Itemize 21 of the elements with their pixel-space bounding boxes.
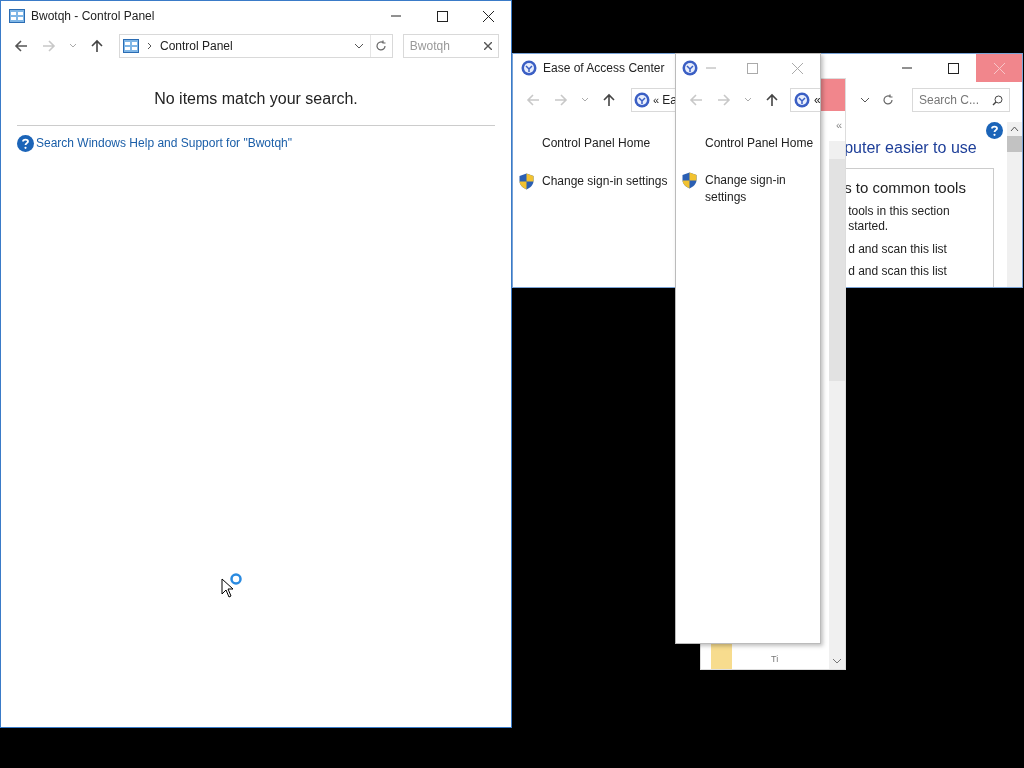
sidebar-link[interactable]: Control Panel Home — [682, 134, 820, 152]
no-results-message: No items match your search. — [154, 89, 358, 109]
address-prefix: « — [653, 92, 660, 108]
body-text: d and scan this list — [848, 241, 948, 257]
search-value: Bwotqh — [409, 38, 451, 55]
search-placeholder: Search C... — [919, 92, 981, 109]
sidebar-link[interactable]: Change sign-in settings — [705, 172, 795, 206]
window-title: Bwotqh - Control Panel — [31, 8, 155, 25]
body-text: tools in this section — [848, 203, 951, 219]
body-text: d and scan this list — [848, 263, 948, 279]
sidebar-link[interactable]: Change sign-in settings — [542, 172, 668, 190]
sidebar-link[interactable]: Control Panel Home — [519, 134, 678, 152]
window-title: Ease of Access Center — [543, 60, 665, 77]
address-bar[interactable]: Control Panel — [119, 34, 393, 58]
file-text: Ti — [771, 652, 779, 666]
search-field[interactable]: Search C... — [912, 88, 1010, 112]
collapse-text[interactable]: « — [835, 117, 842, 134]
address-text: Control Panel — [160, 38, 233, 55]
help-link[interactable]: Search Windows Help and Support for "Bwotqh" — [36, 134, 292, 152]
address-prefix: « — [814, 92, 820, 109]
body-text: started. — [848, 218, 890, 234]
